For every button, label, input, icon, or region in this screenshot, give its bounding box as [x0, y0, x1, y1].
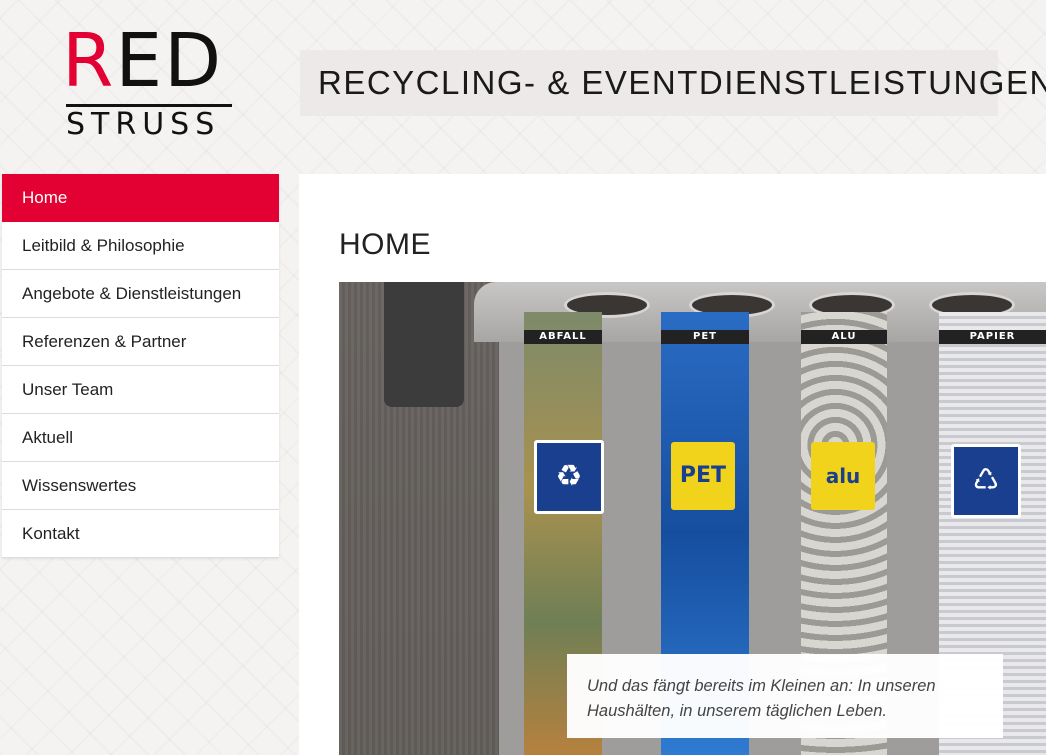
bin-label-abfall: ABFALL	[524, 330, 602, 344]
paper-sign-icon: ♺	[951, 444, 1021, 518]
nav-item-referenzen[interactable]: Referenzen & Partner	[2, 318, 279, 366]
nav-item-aktuell[interactable]: Aktuell	[2, 414, 279, 462]
bin-label-papier: PAPIER	[939, 330, 1046, 344]
logo-struss-text: STRUSS	[66, 107, 221, 142]
pet-sign-icon: PET	[671, 442, 735, 510]
sidebar-nav: Home Leitbild & Philosophie Angebote & D…	[2, 174, 279, 558]
nav-item-angebote[interactable]: Angebote & Dienstleistungen	[2, 270, 279, 318]
main-content: HOME ABFALL PET ALU PAPIER ♻ PET alu ♺ U…	[299, 174, 1046, 755]
nav-item-home[interactable]: Home	[2, 174, 279, 222]
bin-label-alu: ALU	[801, 330, 887, 344]
nav-item-kontakt[interactable]: Kontakt	[2, 510, 279, 558]
logo-ed: ED	[115, 18, 224, 104]
image-caption: Und das fängt bereits im Kleinen an: In …	[567, 654, 1003, 738]
nav-item-wissenswertes[interactable]: Wissenswertes	[2, 462, 279, 510]
bin-label-pet: PET	[661, 330, 749, 344]
alu-sign-icon: alu	[811, 442, 875, 510]
photo-person-legs	[384, 282, 464, 407]
page-title: HOME	[339, 228, 431, 261]
nav-item-leitbild[interactable]: Leitbild & Philosophie	[2, 222, 279, 270]
logo-r-mark: R	[62, 18, 116, 104]
hero-image-recycling-bins: ABFALL PET ALU PAPIER ♻ PET alu ♺ Und da…	[339, 282, 1046, 755]
logo-red-text: RED	[62, 24, 223, 98]
trash-sign-icon: ♻	[534, 440, 604, 514]
nav-item-team[interactable]: Unser Team	[2, 366, 279, 414]
logo[interactable]: RED STRUSS	[60, 24, 238, 142]
site-tagline: RECYCLING- & EVENTDIENSTLEISTUNGEN	[318, 64, 1046, 101]
